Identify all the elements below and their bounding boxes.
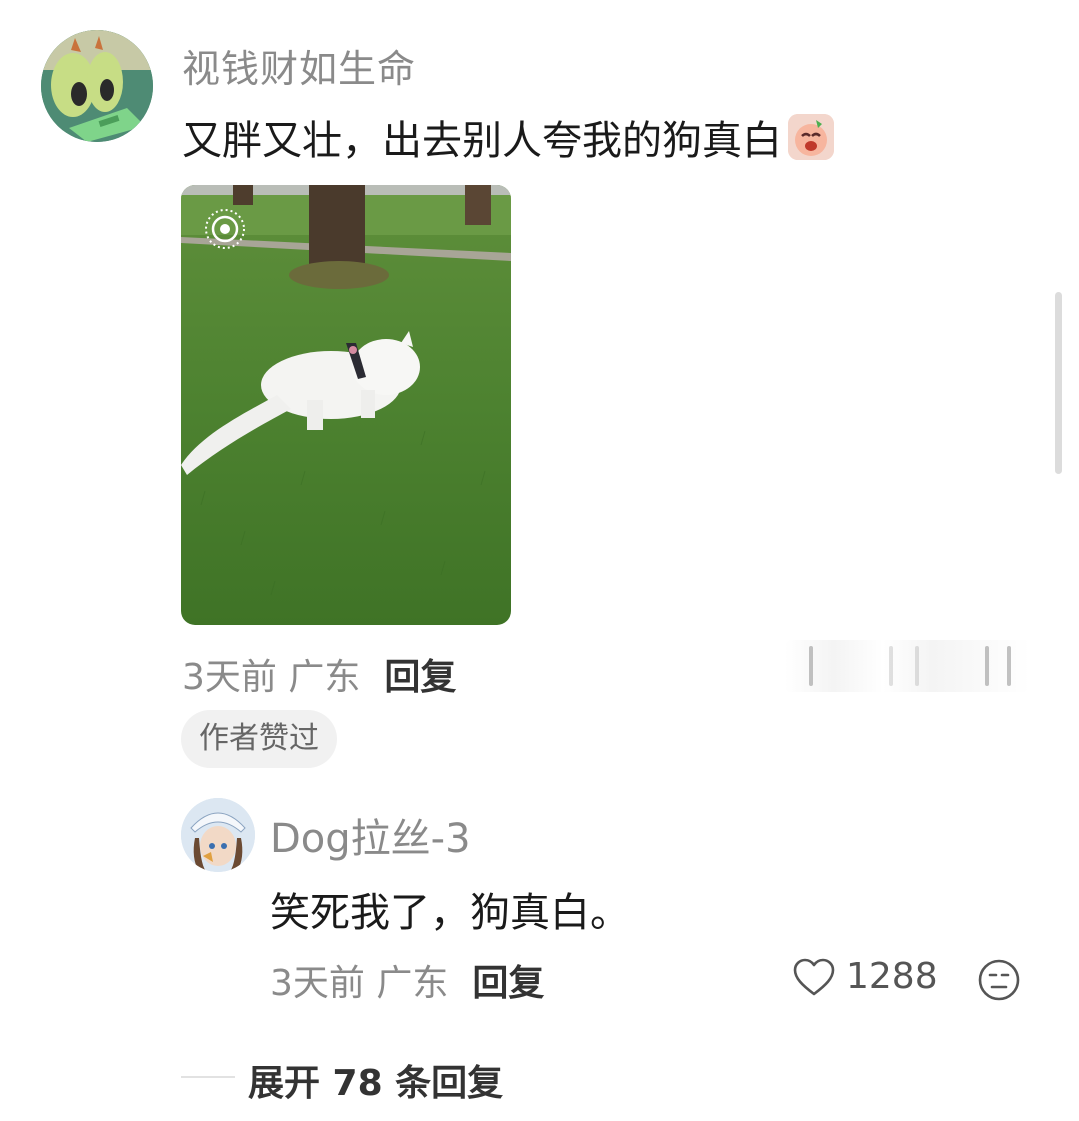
crying-face-sticker-icon (788, 114, 834, 160)
main-comment-username[interactable]: 视钱财如生命 (182, 38, 416, 93)
expand-replies-button[interactable]: 展开 78 条回复 (248, 1054, 503, 1106)
reply-like-button[interactable]: 1288 (792, 956, 938, 997)
expand-divider (181, 1076, 235, 1078)
white-cat-on-grass-image (181, 185, 511, 625)
scrollbar[interactable] (1055, 292, 1062, 474)
reply-text: 笑死我了，狗真白。 (270, 890, 630, 936)
main-comment-text: 又胖又壮，出去别人夸我的狗真白 (182, 118, 782, 164)
main-comment-avatar[interactable] (41, 30, 153, 142)
reply-time: 3天前 广东 (270, 954, 448, 1006)
neutral-face-icon[interactable] (977, 958, 1021, 1002)
reply-avatar-illustration (181, 798, 255, 872)
heart-outline-icon (793, 958, 835, 995)
main-comment-meta: 3天前 广东 回复 (182, 648, 456, 700)
avatar-illustration (41, 30, 153, 142)
time-text: 3天前 (270, 963, 365, 1004)
comment-photo[interactable] (181, 185, 511, 625)
reply-username[interactable]: Dog拉丝-3 (270, 806, 471, 864)
main-comment-text-row: 又胖又壮，出去别人夸我的狗真白 (182, 108, 834, 166)
location-text: 广东 (288, 657, 361, 698)
like-count: 1288 (846, 956, 938, 997)
time-text: 3天前 (182, 657, 277, 698)
main-reply-button[interactable]: 回复 (384, 648, 456, 700)
location-text: 广东 (376, 963, 449, 1004)
author-liked-badge: 作者赞过 (181, 710, 337, 768)
reply-avatar[interactable] (181, 798, 255, 872)
live-photo-icon[interactable] (204, 208, 246, 250)
main-comment-time: 3天前 广东 (182, 648, 360, 700)
reply-meta: 3天前 广东 回复 (270, 954, 544, 1006)
main-comment-like-area[interactable] (785, 640, 1030, 692)
reply-reply-button[interactable]: 回复 (472, 954, 544, 1006)
